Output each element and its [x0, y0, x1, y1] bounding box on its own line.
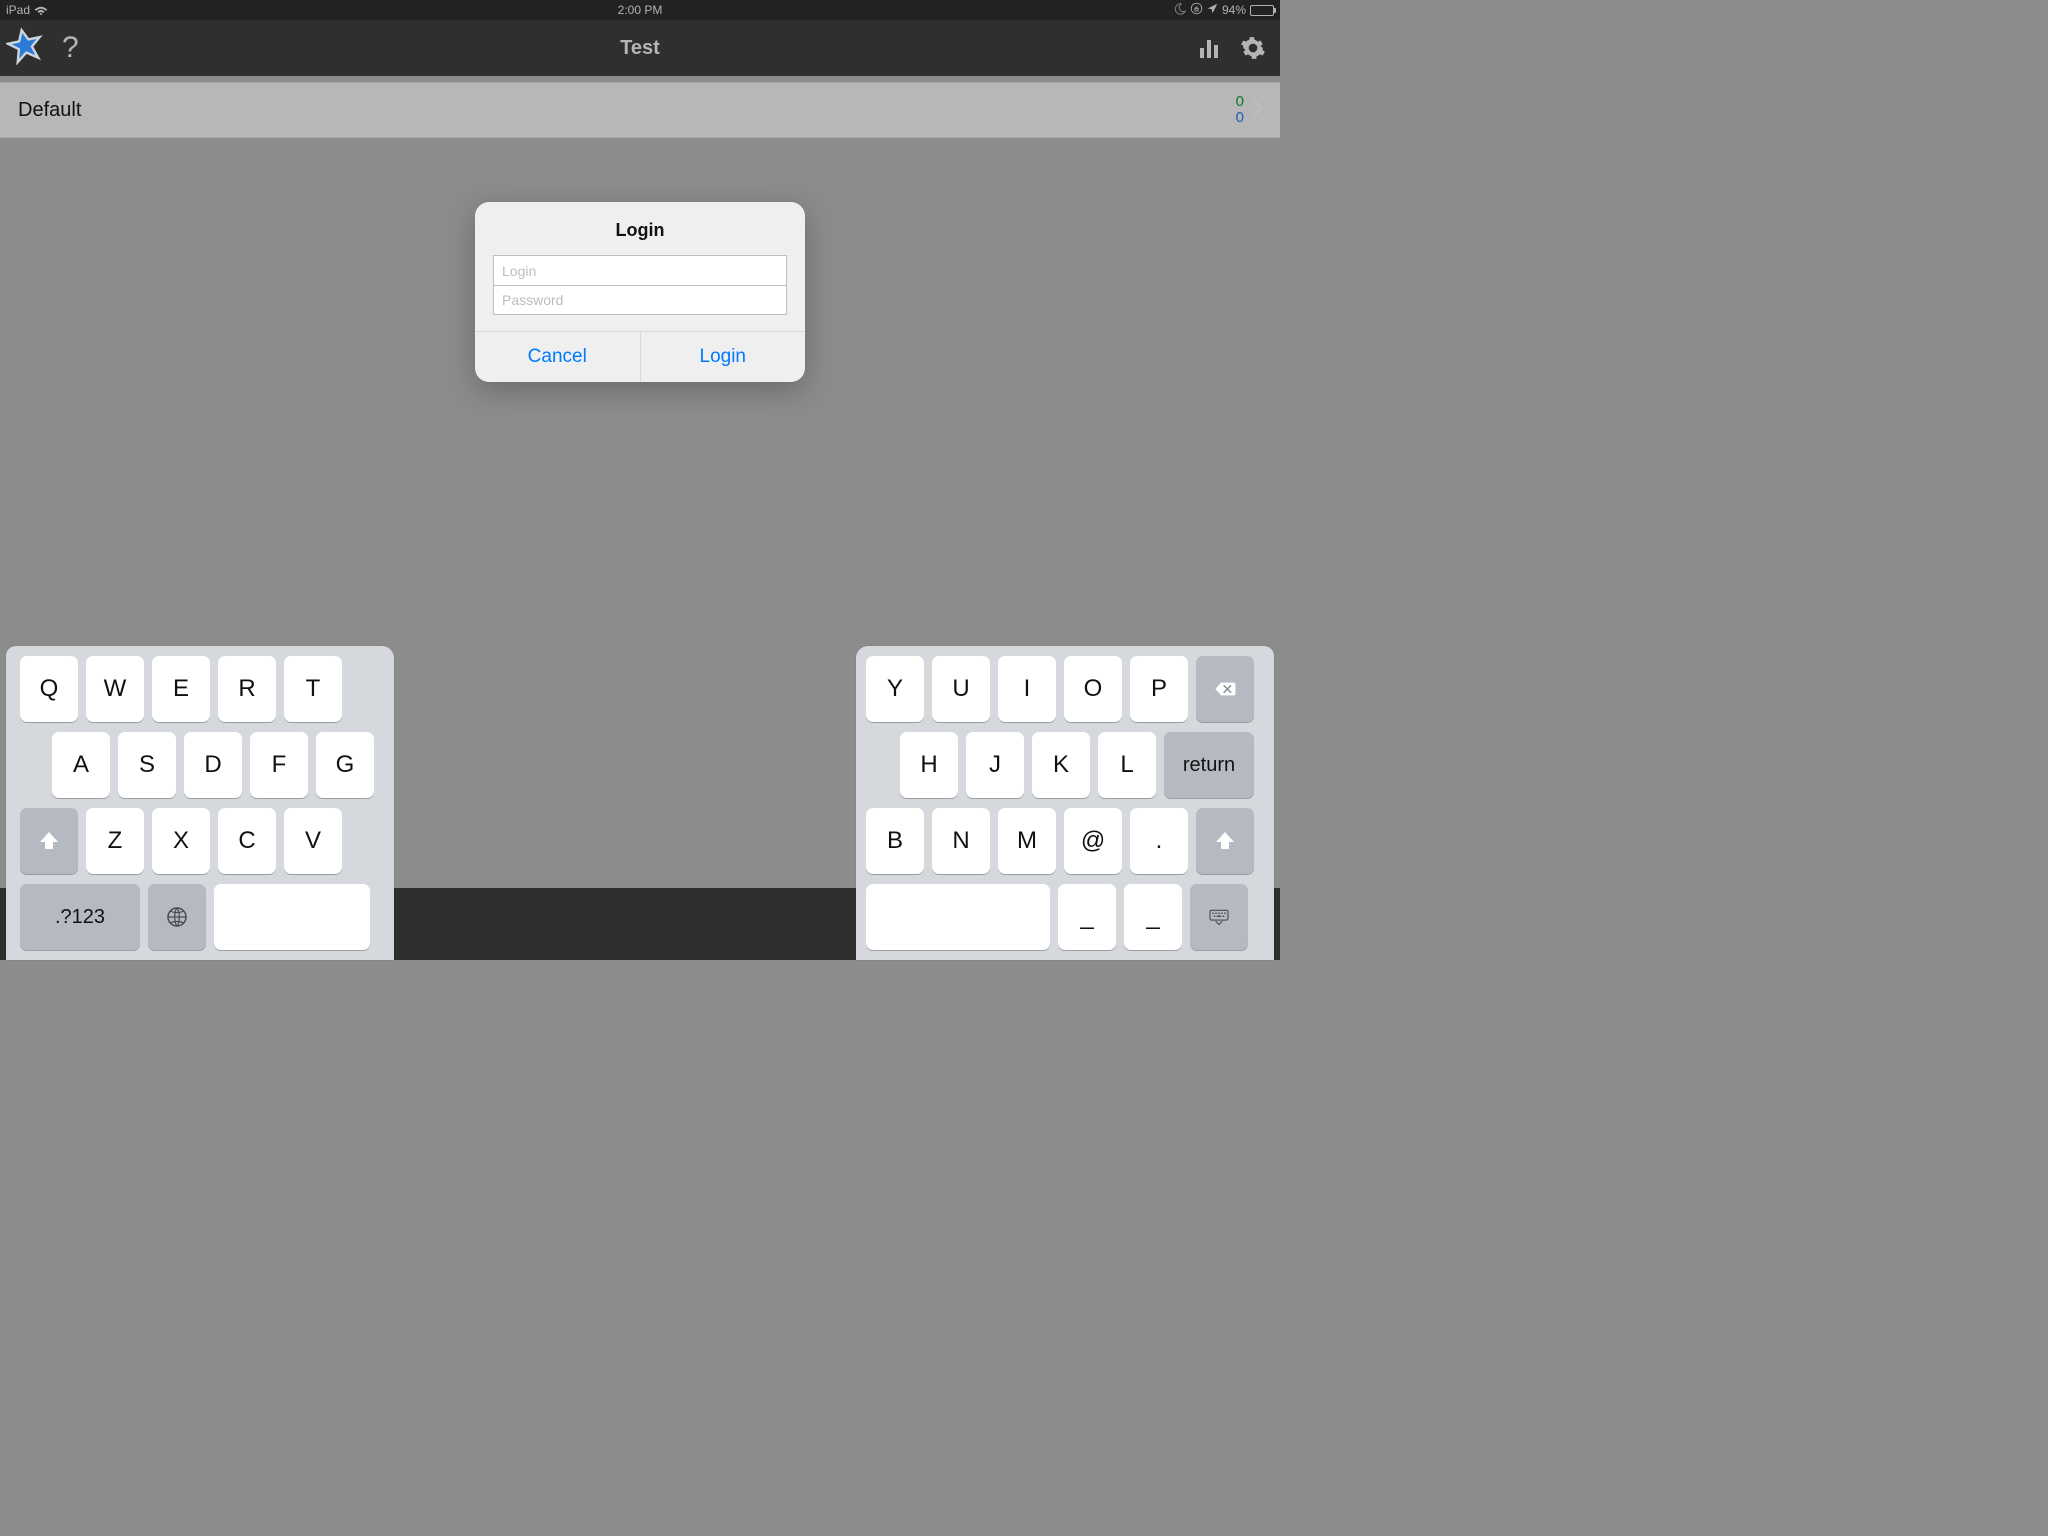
nav-bar: ? Test: [0, 20, 1280, 76]
app-icon[interactable]: [6, 27, 44, 70]
key-q[interactable]: Q: [20, 656, 78, 722]
key-j[interactable]: J: [966, 732, 1024, 798]
backspace-key[interactable]: [1196, 656, 1254, 722]
alert-title: Login: [475, 202, 805, 255]
key-v[interactable]: V: [284, 808, 342, 874]
wifi-icon: [34, 5, 48, 15]
battery-icon: [1250, 5, 1274, 16]
key-k[interactable]: K: [1032, 732, 1090, 798]
page-title: Test: [620, 37, 660, 60]
key-c[interactable]: C: [218, 808, 276, 874]
key-y[interactable]: Y: [866, 656, 924, 722]
key-f[interactable]: F: [250, 732, 308, 798]
dismiss-keyboard-key[interactable]: [1190, 884, 1248, 950]
key-at[interactable]: @: [1064, 808, 1122, 874]
key-o[interactable]: O: [1064, 656, 1122, 722]
key-p[interactable]: P: [1130, 656, 1188, 722]
key-z[interactable]: Z: [86, 808, 144, 874]
key-g[interactable]: G: [316, 732, 374, 798]
keyboard-right: Y U I O P H J K L return B N M @ . _ _: [856, 646, 1274, 960]
key-r[interactable]: R: [218, 656, 276, 722]
count-green: 0: [1236, 94, 1244, 110]
mode-key[interactable]: .?123: [20, 884, 140, 950]
clock: 2:00 PM: [618, 3, 663, 17]
key-i[interactable]: I: [998, 656, 1056, 722]
key-period[interactable]: .: [1130, 808, 1188, 874]
cancel-button[interactable]: Cancel: [475, 332, 640, 382]
chevron-right-icon: [1252, 99, 1264, 122]
orientation-lock-icon: [1190, 2, 1203, 18]
key-s[interactable]: S: [118, 732, 176, 798]
key-u[interactable]: U: [932, 656, 990, 722]
key-b[interactable]: B: [866, 808, 924, 874]
key-underscore-1[interactable]: _: [1058, 884, 1116, 950]
moon-icon: [1174, 3, 1186, 18]
globe-key[interactable]: [148, 884, 206, 950]
stats-icon[interactable]: [1198, 36, 1222, 60]
key-d[interactable]: D: [184, 732, 242, 798]
location-icon: [1207, 3, 1218, 17]
list-row-counts: 0 0: [1236, 94, 1244, 126]
shift-key[interactable]: [20, 808, 78, 874]
device-label: iPad: [6, 3, 30, 17]
key-x[interactable]: X: [152, 808, 210, 874]
key-w[interactable]: W: [86, 656, 144, 722]
keyboard-left: Q W E R T A S D F G Z X C V .?123: [6, 646, 394, 960]
login-alert: Login Cancel Login: [475, 202, 805, 382]
key-t[interactable]: T: [284, 656, 342, 722]
password-input[interactable]: [493, 285, 787, 315]
list-row-default[interactable]: Default 0 0: [0, 82, 1280, 138]
list-row-label: Default: [18, 99, 81, 122]
key-h[interactable]: H: [900, 732, 958, 798]
login-button[interactable]: Login: [640, 332, 806, 382]
key-e[interactable]: E: [152, 656, 210, 722]
count-blue: 0: [1236, 110, 1244, 126]
key-a[interactable]: A: [52, 732, 110, 798]
key-n[interactable]: N: [932, 808, 990, 874]
login-input[interactable]: [493, 255, 787, 285]
gear-icon[interactable]: [1240, 35, 1266, 61]
space-key-right[interactable]: [866, 884, 1050, 950]
key-underscore-2[interactable]: _: [1124, 884, 1182, 950]
shift-key-right[interactable]: [1196, 808, 1254, 874]
help-icon[interactable]: ?: [62, 31, 79, 65]
space-key-left[interactable]: [214, 884, 370, 950]
status-bar: iPad 2:00 PM 94%: [0, 0, 1280, 20]
key-l[interactable]: L: [1098, 732, 1156, 798]
battery-percent: 94%: [1222, 3, 1246, 17]
return-key[interactable]: return: [1164, 732, 1254, 798]
key-m[interactable]: M: [998, 808, 1056, 874]
